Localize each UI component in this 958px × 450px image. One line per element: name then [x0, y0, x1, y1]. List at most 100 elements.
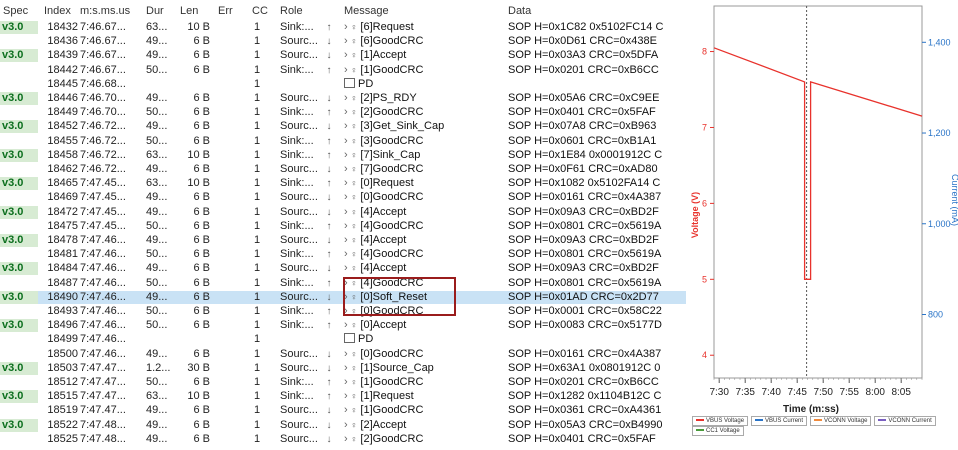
- table-row[interactable]: 18481 7:47.46... 50... 6 B 1 Sink:... ↑ › ♀ [4]Go…: [0, 248, 700, 261]
- column-header-dur[interactable]: Dur: [146, 5, 164, 17]
- index-cell: 18493: [47, 305, 78, 317]
- legend-item[interactable]: CC1 Voltage: [692, 426, 744, 436]
- expand-chevron-icon[interactable]: ›: [344, 234, 348, 246]
- message-text: PD: [358, 77, 374, 90]
- legend-item[interactable]: VCONN Voltage: [810, 416, 872, 426]
- table-row[interactable]: v3.0 18446 7:46.70... 49... 6 B 1 Sourc... ↓ › ♀[…: [0, 92, 700, 105]
- table-row[interactable]: 18519 7:47.47... 49... 6 B 1 Sourc... ↓ › ♀ [1]Go…: [0, 404, 700, 417]
- legend-item[interactable]: VBUS Voltage: [692, 416, 749, 426]
- expand-chevron-icon[interactable]: ›: [344, 92, 348, 104]
- column-header-message[interactable]: Message: [344, 5, 389, 17]
- up-arrow-icon: ↑: [326, 178, 332, 190]
- cc-cell: 1: [253, 191, 261, 204]
- table-row[interactable]: v3.0 18478 7:47.46... 49... 6 B 1 Sourc... ↓ › ♀[…: [0, 234, 700, 247]
- table-row[interactable]: v3.0 18458 7:46.72... 63... 10 B 1 Sink:... ↑ › ♀…: [0, 148, 700, 162]
- up-arrow-icon: ↑: [326, 107, 332, 119]
- column-header-index[interactable]: Index: [44, 5, 71, 17]
- index-cell: 18469: [47, 191, 78, 204]
- packet-icon: ♀: [350, 64, 358, 75]
- message-cell: › ♀ [1]Accept: [344, 49, 494, 62]
- duration-cell: 49...: [146, 262, 168, 275]
- expand-chevron-icon[interactable]: ›: [344, 262, 348, 274]
- length-cell: 6 B: [193, 35, 210, 48]
- legend-item[interactable]: VCONN Current: [874, 416, 936, 426]
- up-arrow-icon: ↑: [326, 64, 332, 76]
- table-row[interactable]: 18462 7:46.72... 49... 6 B 1 Sourc... ↓ › ♀ [7]Go…: [0, 163, 700, 176]
- expand-chevron-icon[interactable]: ›: [344, 35, 348, 47]
- duration-cell: 63...: [146, 21, 168, 33]
- message-cell: › ♀ [1]Source_Cap: [344, 362, 494, 375]
- expand-chevron-icon[interactable]: ›: [344, 433, 348, 445]
- table-row[interactable]: v3.0 18522 7:47.48... 49... 6 B 1 Sourc... ↓ › ♀[…: [0, 418, 700, 432]
- table-row[interactable]: 18525 7:47.48... 49... 6 B 1 Sourc... ↓ › ♀ [2]Go…: [0, 433, 700, 446]
- expand-chevron-icon[interactable]: ›: [344, 390, 348, 402]
- expand-chevron-icon[interactable]: ›: [344, 149, 348, 161]
- column-header-cc[interactable]: CC: [252, 5, 268, 17]
- index-cell: 18499: [47, 333, 78, 346]
- column-header-role[interactable]: Role: [280, 5, 303, 17]
- expand-chevron-icon[interactable]: ›: [344, 220, 348, 232]
- up-arrow-icon: ↑: [326, 377, 332, 388]
- column-header-spec[interactable]: Spec: [3, 5, 28, 17]
- length-cell: 6 B: [193, 63, 210, 76]
- table-row[interactable]: 18436 7:46.67... 49... 6 B 1 Sourc... ↓ › ♀ [6]Go…: [0, 35, 700, 48]
- time-cell: 7:47.48...: [80, 418, 126, 431]
- expand-chevron-icon[interactable]: ›: [344, 376, 348, 388]
- table-row[interactable]: v3.0 18484 7:47.46... 49... 6 B 1 Sourc... ↓ › ♀[…: [0, 262, 700, 276]
- expand-chevron-icon[interactable]: ›: [344, 191, 348, 203]
- expand-chevron-icon[interactable]: ›: [344, 404, 348, 416]
- message-text: [1]Source_Cap: [360, 361, 434, 374]
- table-row[interactable]: v3.0 18465 7:47.45... 63... 10 B 1 Sink:... ↑ › ♀…: [0, 177, 700, 191]
- table-row[interactable]: v3.0 18503 7:47.47... 1.2... 30 B 1 Sourc... ↓ ›…: [0, 361, 700, 375]
- expand-chevron-icon[interactable]: ›: [344, 319, 348, 331]
- expand-chevron-icon[interactable]: ›: [344, 362, 348, 374]
- table-row[interactable]: v3.0 18452 7:46.72... 49... 6 B 1 Sourc... ↓ › ♀[…: [0, 120, 700, 134]
- table-row[interactable]: 18469 7:47.45... 49... 6 B 1 Sourc... ↓ › ♀ [0]Go…: [0, 191, 700, 204]
- message-text: [2]GoodCRC: [360, 106, 424, 119]
- table-row[interactable]: v3.0 18432 7:46.67... 63... 10 B 1 Sink:... ↑ › ♀…: [0, 21, 700, 34]
- expand-chevron-icon[interactable]: ›: [344, 348, 348, 360]
- expand-chevron-icon[interactable]: ›: [344, 64, 348, 76]
- length-cell: 6 B: [193, 120, 210, 133]
- expand-chevron-icon[interactable]: ›: [344, 248, 348, 260]
- expand-chevron-icon[interactable]: ›: [344, 177, 348, 189]
- table-row[interactable]: v3.0 18496 7:47.46... 50... 6 B 1 Sink:... ↑ › ♀[…: [0, 319, 700, 333]
- table-row[interactable]: 18499 7:47.46... 1 PD: [0, 333, 700, 346]
- y-right-axis-label: Current (mA): [950, 174, 958, 226]
- index-cell: 18519: [47, 404, 78, 417]
- table-row[interactable]: v3.0 18439 7:46.67... 49... 6 B 1 Sourc... ↓ › ♀[…: [0, 49, 700, 63]
- duration-cell: 49...: [146, 418, 168, 431]
- index-cell: 18449: [47, 106, 78, 119]
- table-row[interactable]: v3.0 18515 7:47.47... 63... 10 B 1 Sink:... ↑ › ♀…: [0, 390, 700, 404]
- table-row[interactable]: v3.0 18472 7:47.45... 49... 6 B 1 Sourc... ↓ › ♀[…: [0, 205, 700, 219]
- down-arrow-icon: ↓: [326, 362, 332, 374]
- table-row[interactable]: 18475 7:47.45... 50... 6 B 1 Sink:... ↑ › ♀ [4]Go…: [0, 220, 700, 233]
- up-arrow-icon: ↑: [326, 249, 332, 261]
- table-row[interactable]: 18449 7:46.70... 50... 6 B 1 Sink:... ↑ › ♀ [2]Go…: [0, 106, 700, 119]
- expand-chevron-icon[interactable]: ›: [344, 120, 348, 132]
- table-row[interactable]: 18512 7:47.47... 50... 6 B 1 Sink:... ↑ › ♀ [1]Go…: [0, 376, 700, 389]
- table-row[interactable]: 18455 7:46.72... 50... 6 B 1 Sink:... ↑ › ♀ [3]Go…: [0, 135, 700, 148]
- duration-cell: 50...: [146, 106, 168, 119]
- expand-chevron-icon[interactable]: ›: [344, 49, 348, 61]
- column-header-m-s-ms-us[interactable]: m:s.ms.us: [80, 5, 130, 17]
- message-text: [2]PS_RDY: [360, 92, 417, 104]
- expand-chevron-icon[interactable]: ›: [344, 163, 348, 175]
- expand-chevron-icon[interactable]: ›: [344, 21, 348, 33]
- column-header-data[interactable]: Data: [508, 5, 531, 17]
- table-row[interactable]: 18445 7:46.68... 1 PD: [0, 77, 700, 91]
- column-header-len[interactable]: Len: [180, 5, 198, 17]
- table-row[interactable]: 18442 7:46.67... 50... 6 B 1 Sink:... ↑ › ♀ [1]Go…: [0, 64, 700, 77]
- x-axis-label: Time (m:ss): [783, 404, 839, 415]
- expand-chevron-icon[interactable]: ›: [344, 135, 348, 147]
- expand-chevron-icon[interactable]: ›: [344, 206, 348, 218]
- length-cell: 6 B: [193, 319, 210, 332]
- up-arrow-icon: ↑: [326, 320, 332, 332]
- data-cell: SOP H=0x01AD CRC=0x2D77: [508, 290, 659, 303]
- legend-item[interactable]: VBUS Current: [751, 416, 808, 426]
- expand-chevron-icon[interactable]: ›: [344, 106, 348, 118]
- column-header-err[interactable]: Err: [218, 5, 233, 17]
- expand-chevron-icon[interactable]: ›: [344, 419, 348, 431]
- index-cell: 18452: [47, 120, 78, 133]
- table-row[interactable]: 18500 7:47.46... 49... 6 B 1 Sourc... ↓ › ♀ [0]Go…: [0, 348, 700, 361]
